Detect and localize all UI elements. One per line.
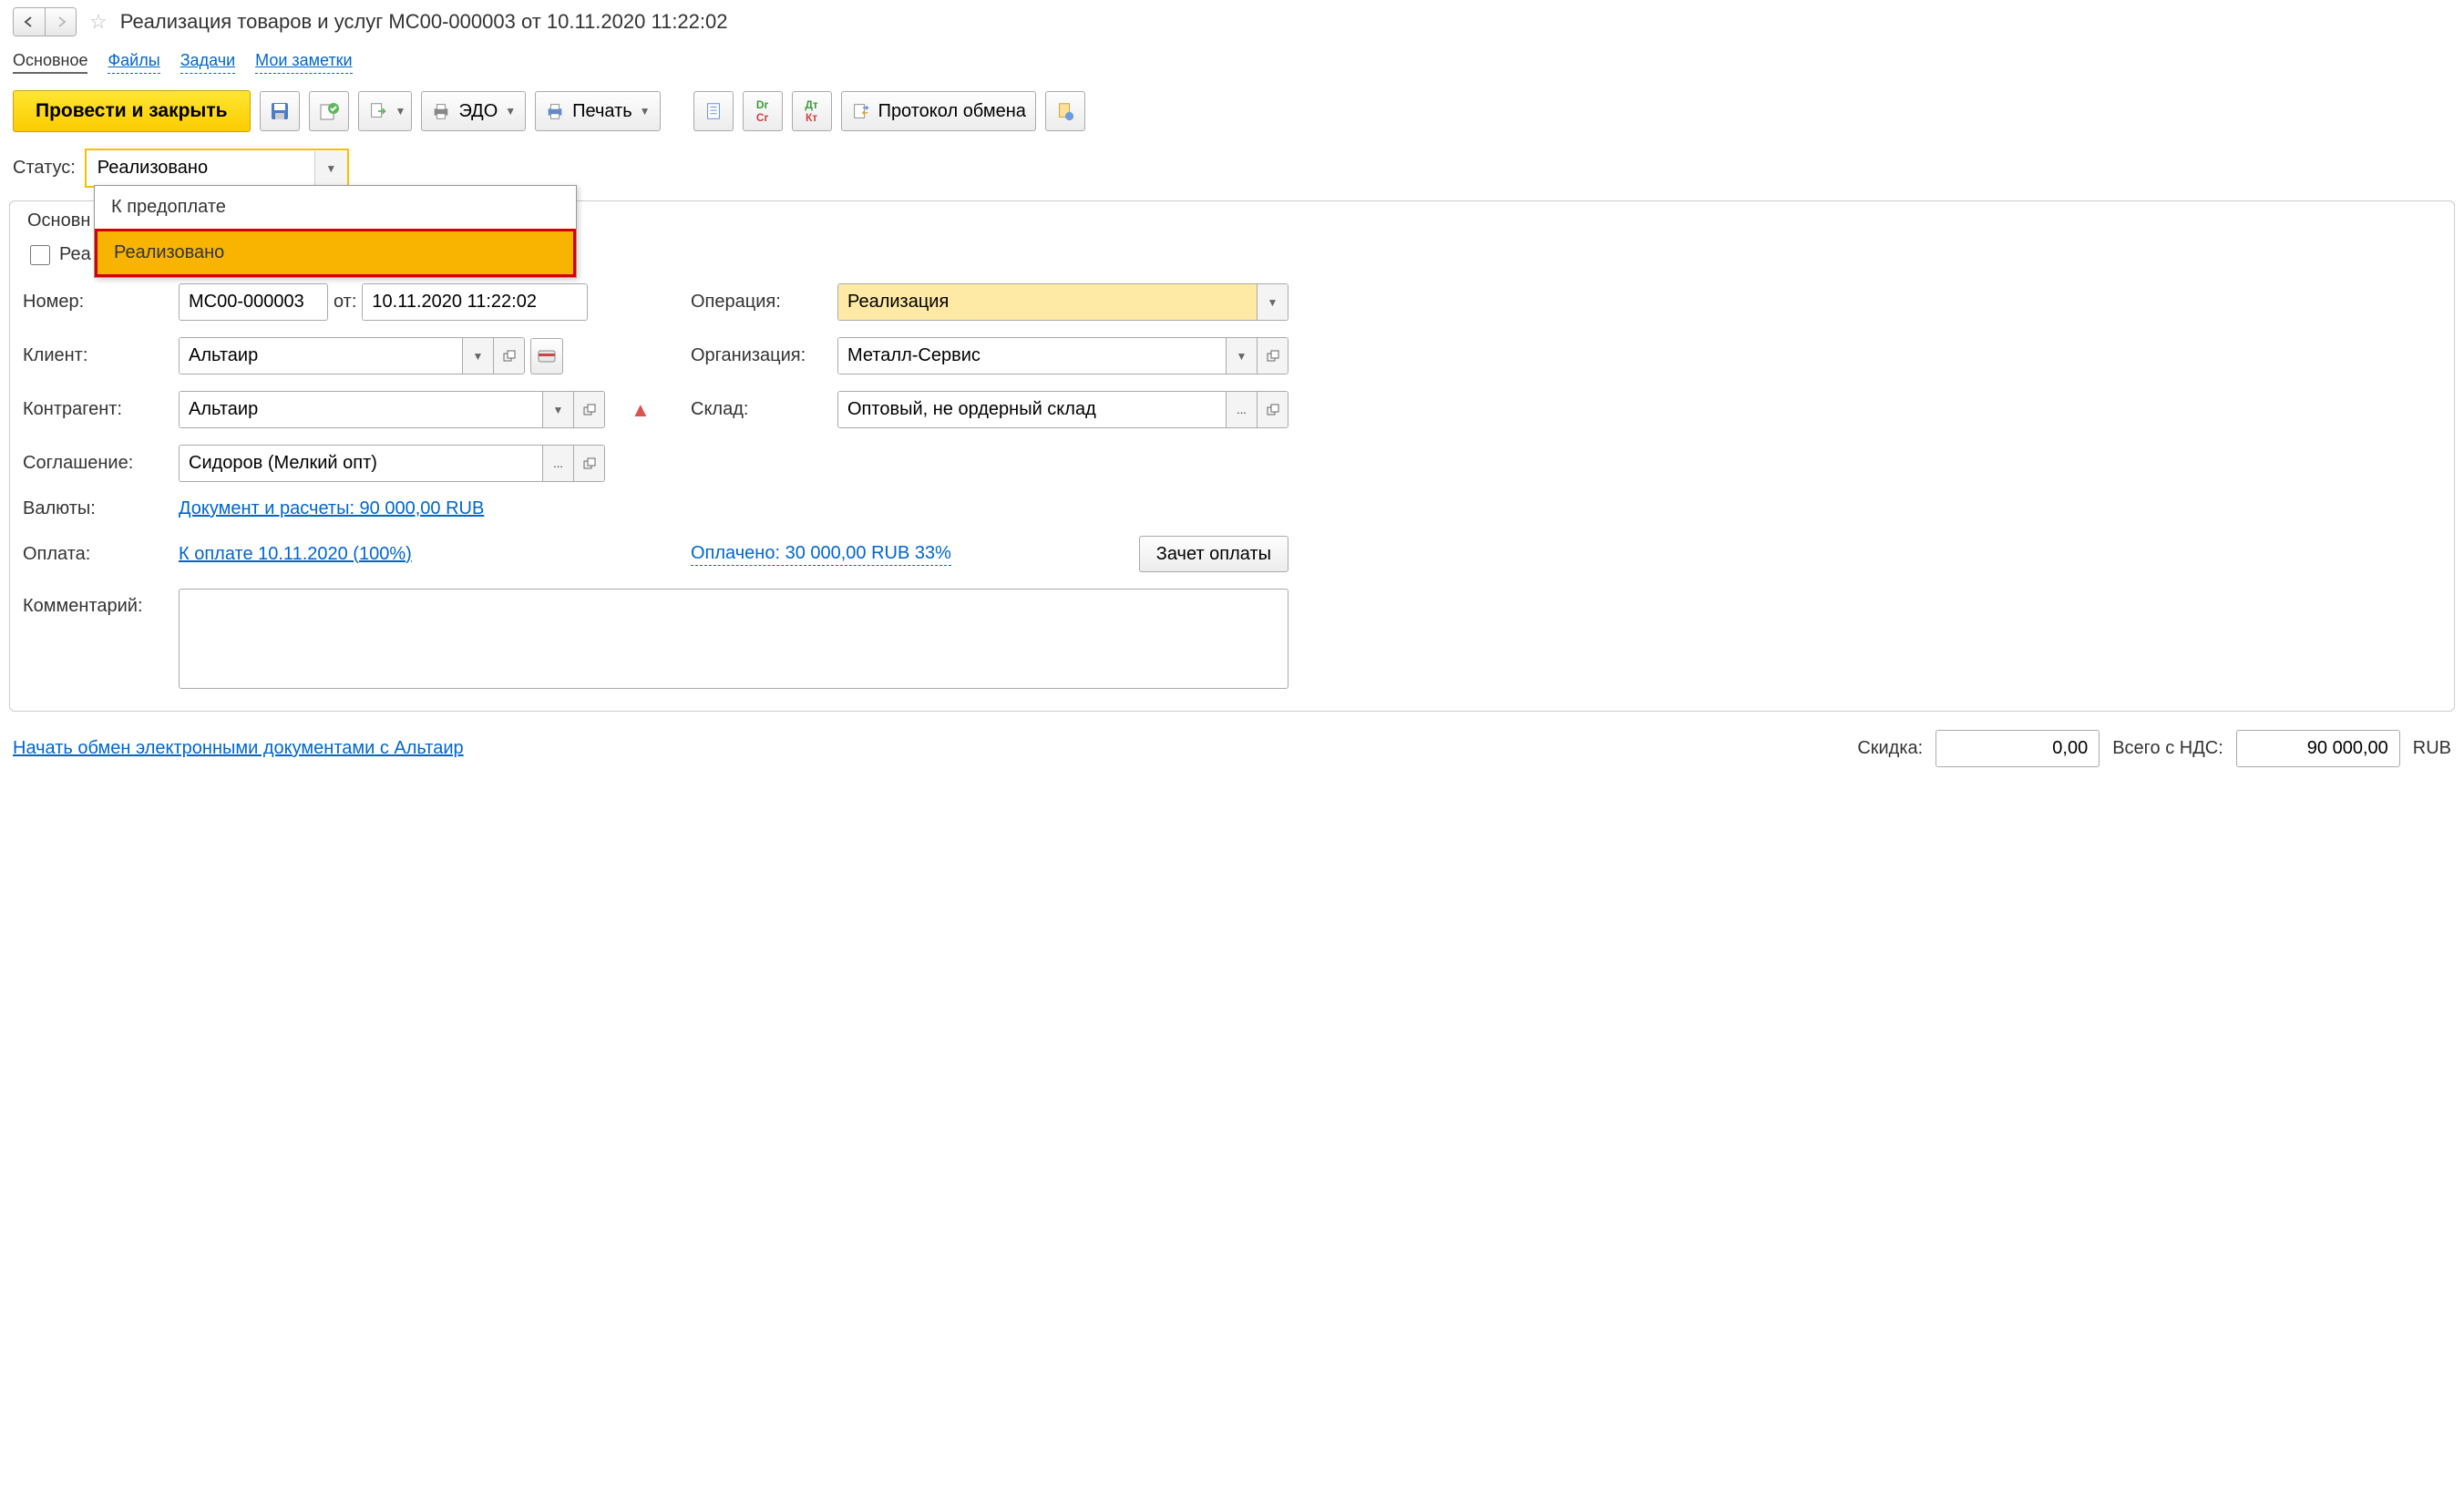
total-label: Всего с НДС: [2112,738,2223,759]
open-icon [503,350,516,363]
realized-checkbox[interactable] [30,245,50,265]
arrow-left-icon [23,15,36,28]
org-input[interactable] [838,338,1226,374]
nav-back-button[interactable] [14,8,45,36]
arrow-right-icon [55,15,67,28]
favorite-star-icon[interactable]: ☆ [89,10,108,34]
currency-display: RUB [2413,738,2451,759]
status-option-prepay[interactable]: К предоплате [95,186,576,229]
card-button[interactable] [530,338,563,374]
print-label: Печать [572,101,632,122]
comment-label: Комментарий: [23,589,164,617]
org-dropdown[interactable]: ▼ [1226,338,1257,374]
post-button[interactable] [309,91,349,131]
operation-dropdown[interactable]: ▼ [1257,284,1288,320]
operation-label: Операция: [691,292,823,313]
chevron-down-icon: ▼ [505,105,516,118]
status-select[interactable]: ▼ [85,149,349,188]
save-icon [269,100,291,122]
contractor-open[interactable] [573,392,604,427]
checkbox-label: Реа [59,244,91,265]
chevron-down-icon: ▼ [395,105,406,118]
section-tab-files[interactable]: Файлы [108,51,159,74]
comment-textarea[interactable] [179,589,1288,689]
section-tab-main[interactable]: Основное [13,51,87,74]
agreement-input[interactable] [180,446,542,481]
status-dropdown-list: К предоплате Реализовано [94,185,577,278]
total-input[interactable] [2236,730,2400,767]
open-icon [583,457,596,470]
contractor-input[interactable] [180,392,542,427]
report-icon [703,101,724,121]
currency-label: Валюты: [23,498,164,519]
status-label: Статус: [13,158,76,179]
paid-link[interactable]: Оплачено: 30 000,00 RUB 33% [691,543,951,566]
warehouse-input[interactable] [838,392,1226,427]
card-icon [538,349,556,364]
warehouse-label: Склад: [691,399,823,420]
create-based-on-button[interactable]: ▼ [358,91,413,131]
post-and-close-button[interactable]: Провести и закрыть [13,90,251,132]
discount-input[interactable] [1935,730,2100,767]
operation-input[interactable] [838,284,1257,320]
agreement-ellipsis[interactable]: ... [542,446,573,481]
client-open[interactable] [493,338,524,374]
post-icon [318,100,340,122]
date-label: от: [334,292,356,313]
attach-button[interactable] [1045,91,1085,131]
exchange-protocol-button[interactable]: Протокол обмена [841,91,1036,131]
warehouse-ellipsis[interactable]: ... [1226,392,1257,427]
section-tab-notes[interactable]: Мои заметки [255,51,353,74]
open-icon [1267,350,1279,363]
save-button[interactable] [260,91,300,131]
client-label: Клиент: [23,345,164,366]
section-tab-tasks[interactable]: Задачи [180,51,235,74]
agreement-open[interactable] [573,446,604,481]
protocol-label: Протокол обмена [878,101,1026,122]
edo-label: ЭДО [458,101,498,122]
print-icon [545,101,565,121]
payment-offset-button[interactable]: Зачет оплаты [1139,536,1288,572]
drcr-button[interactable]: DrCr [743,91,783,131]
printer-icon [431,101,451,121]
nav-forward-button[interactable] [45,8,76,36]
open-icon [1267,404,1279,416]
reports-button[interactable] [693,91,734,131]
contractor-label: Контрагент: [23,399,164,420]
warning-icon: ▲ [631,398,676,422]
print-button[interactable]: Печать ▼ [535,91,660,131]
date-input[interactable] [363,284,588,320]
client-dropdown[interactable]: ▼ [462,338,493,374]
status-option-realized[interactable]: Реализовано [95,229,576,277]
payment-link[interactable]: К оплате 10.11.2020 (100%) [179,544,412,564]
open-icon [583,404,596,416]
edo-button[interactable]: ЭДО ▼ [421,91,526,131]
discount-label: Скидка: [1857,738,1923,759]
exchange-icon [851,101,871,121]
status-input[interactable] [87,150,314,186]
number-input[interactable] [179,283,328,321]
status-dropdown-toggle[interactable]: ▼ [314,151,347,186]
page-title: Реализация товаров и услуг МС00-000003 о… [120,10,728,34]
dtkt-icon: ДтКт [805,98,817,124]
start-edo-link[interactable]: Начать обмен электронными документами с … [13,738,464,759]
drcr-icon: DrCr [756,98,768,124]
currency-link[interactable]: Документ и расчеты: 90 000,00 RUB [179,498,484,518]
contractor-dropdown[interactable]: ▼ [542,392,573,427]
org-open[interactable] [1257,338,1288,374]
chevron-down-icon: ▼ [640,105,651,118]
doc-arrow-icon [368,101,388,121]
warehouse-open[interactable] [1257,392,1288,427]
agreement-label: Соглашение: [23,453,164,474]
client-input[interactable] [180,338,462,374]
payment-label: Оплата: [23,544,164,565]
number-label: Номер: [23,292,164,313]
attach-icon [1055,101,1075,121]
dtkt-button[interactable]: ДтКт [792,91,832,131]
org-label: Организация: [691,345,823,366]
